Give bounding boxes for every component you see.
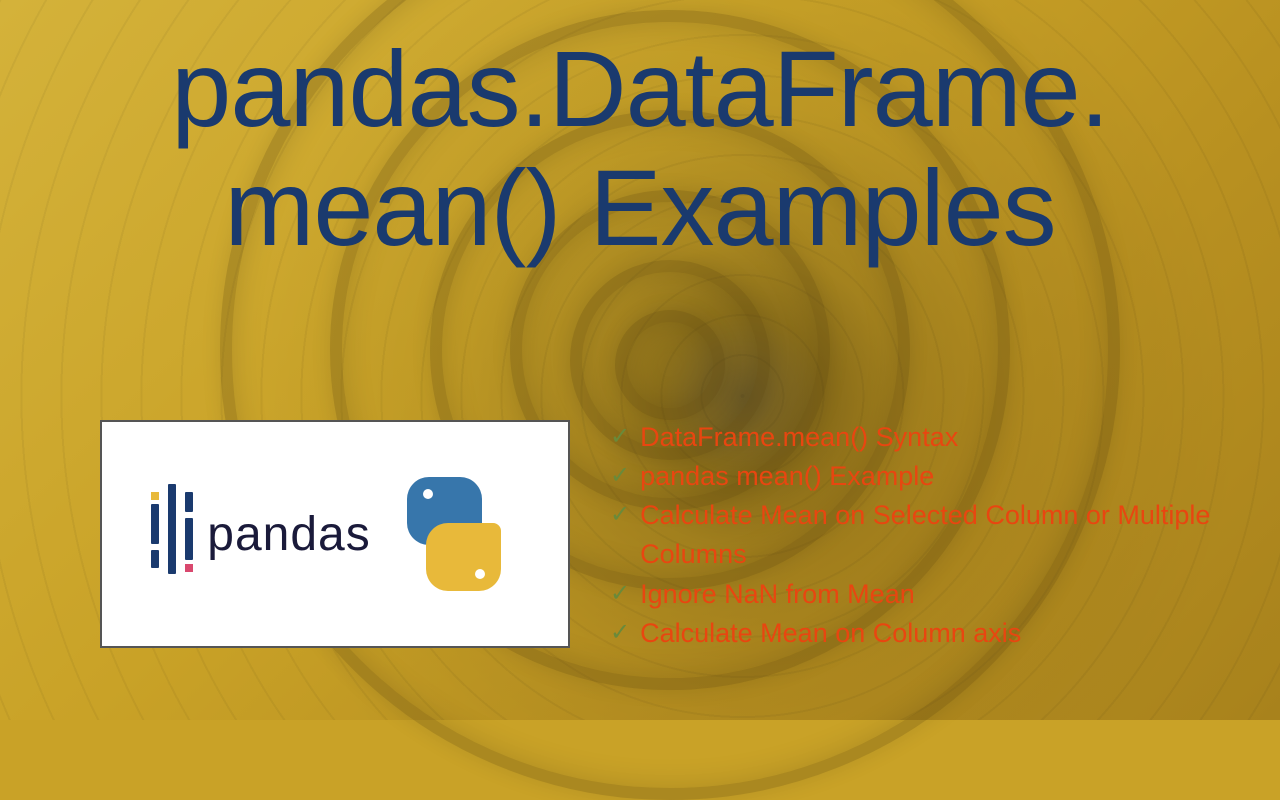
checkmark-icon: ✓	[610, 459, 630, 494]
checkmark-icon: ✓	[610, 577, 630, 612]
list-item: ✓ Ignore NaN from Mean	[610, 575, 1260, 614]
checkmark-icon: ✓	[610, 616, 630, 651]
list-item: ✓ Calculate Mean on Selected Column or M…	[610, 496, 1260, 574]
python-logo-icon	[389, 469, 519, 599]
list-item: ✓ pandas mean() Example	[610, 457, 1260, 496]
bullet-text: Ignore NaN from Mean	[640, 575, 1260, 614]
title-line-1: pandas.DataFrame.	[171, 28, 1109, 149]
pandas-wordmark: pandas	[207, 507, 370, 562]
bullet-text: Calculate Mean on Column axis	[640, 614, 1260, 653]
checkmark-icon: ✓	[610, 498, 630, 533]
checkmark-icon: ✓	[610, 420, 630, 455]
pandas-logo: pandas	[151, 484, 370, 584]
bullet-text: DataFrame.mean() Syntax	[640, 418, 1260, 457]
slide-title: pandas.DataFrame. mean() Examples	[50, 30, 1230, 268]
bullet-text: Calculate Mean on Selected Column or Mul…	[640, 496, 1260, 574]
list-item: ✓ Calculate Mean on Column axis	[610, 614, 1260, 653]
bullet-text: pandas mean() Example	[640, 457, 1260, 496]
bullet-list: ✓ DataFrame.mean() Syntax ✓ pandas mean(…	[610, 418, 1260, 653]
pandas-bars-icon	[151, 484, 193, 584]
logo-panel: pandas	[100, 420, 570, 648]
title-line-2: mean() Examples	[224, 147, 1055, 268]
list-item: ✓ DataFrame.mean() Syntax	[610, 418, 1260, 457]
